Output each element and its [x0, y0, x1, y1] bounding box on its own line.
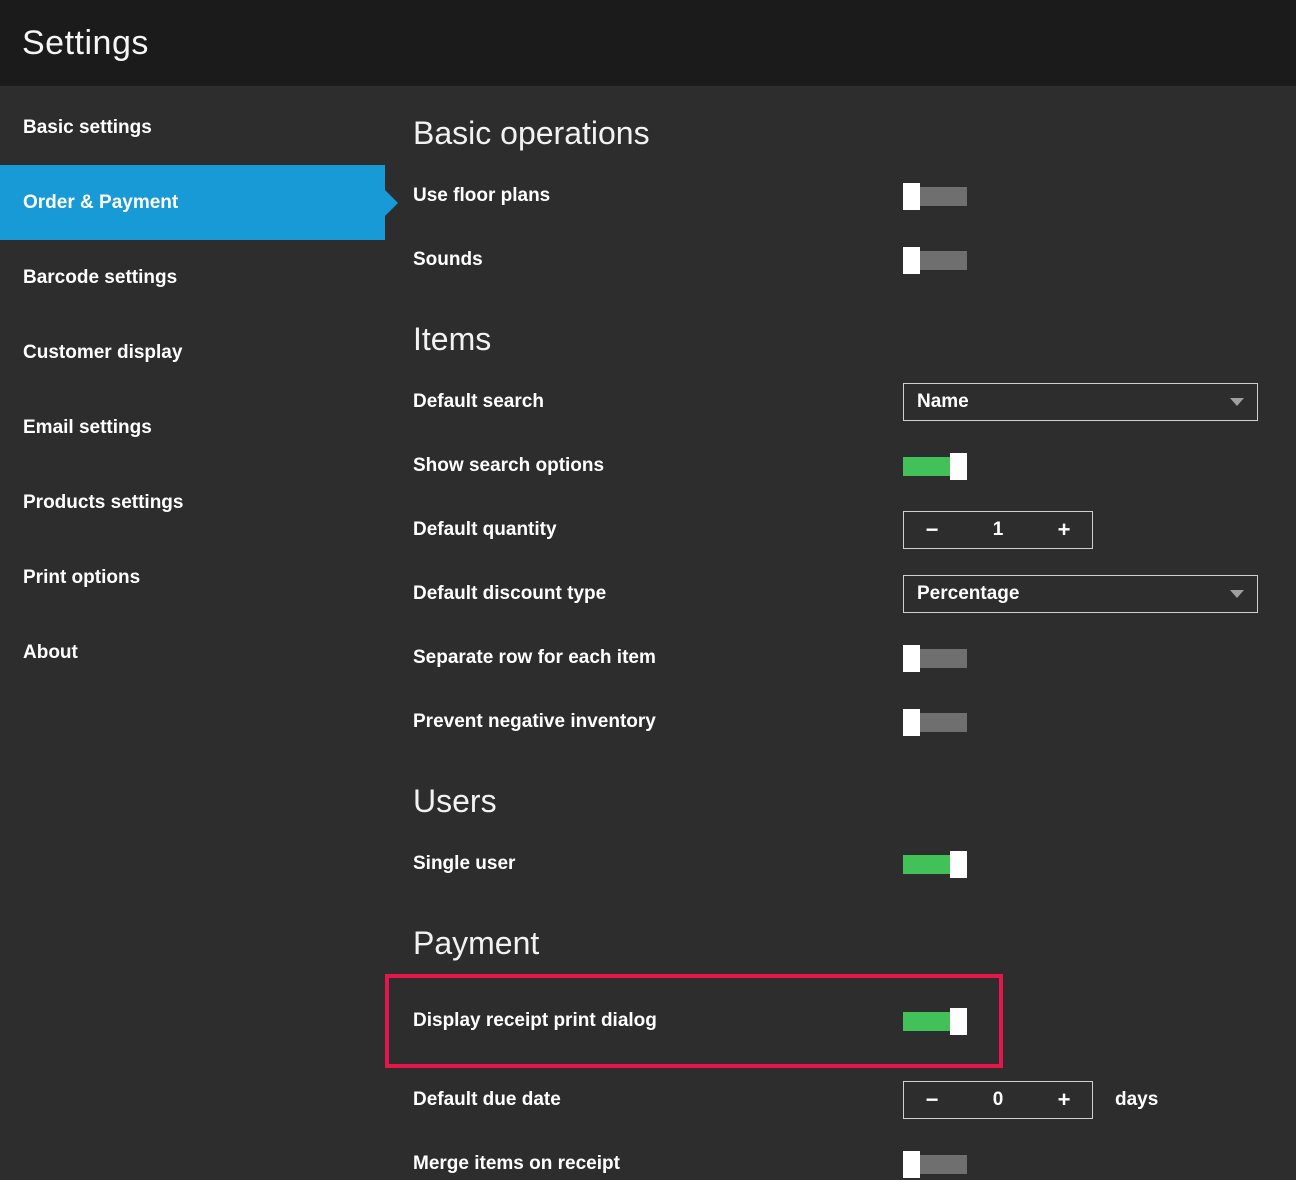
highlight-annotation-box: Display receipt print dialog: [385, 974, 1003, 1068]
stepper-value: 0: [960, 1089, 1036, 1111]
toggle-track: [920, 251, 967, 270]
default-search-dropdown[interactable]: Name: [903, 383, 1258, 421]
setting-label: Use floor plans: [413, 185, 903, 207]
setting-label: Merge items on receipt: [413, 1153, 903, 1175]
plus-button[interactable]: +: [1036, 519, 1092, 541]
toggle-track: [903, 1012, 950, 1031]
toggle-track: [920, 187, 967, 206]
toggle-thumb: [903, 183, 920, 210]
default-quantity-stepper: − 1 +: [903, 511, 1093, 549]
settings-row: Default search Name: [413, 370, 1296, 434]
chevron-down-icon: [1230, 590, 1244, 598]
toggle-sounds[interactable]: [903, 247, 967, 274]
settings-row: Single user: [413, 832, 1296, 896]
toggle-thumb: [903, 1151, 920, 1178]
section-title-payment: Payment: [413, 924, 1296, 962]
sidebar-item-label: Barcode settings: [23, 267, 177, 289]
sidebar-item-label: Order & Payment: [23, 192, 178, 214]
setting-label: Default quantity: [413, 519, 903, 541]
settings-panel: Basic operations Use floor plans Sounds …: [385, 86, 1296, 1180]
sidebar-item-label: Products settings: [23, 492, 183, 514]
sidebar-item-label: Customer display: [23, 342, 182, 364]
plus-button[interactable]: +: [1036, 1089, 1092, 1111]
setting-label: Default search: [413, 391, 903, 413]
settings-header: Settings: [0, 0, 1296, 86]
content: Basic settings Order & Payment Barcode s…: [0, 86, 1296, 1180]
toggle-single-user[interactable]: [903, 851, 967, 878]
toggle-prevent-negative-inventory[interactable]: [903, 709, 967, 736]
days-suffix-label: days: [1115, 1089, 1158, 1111]
settings-row: Sounds: [413, 228, 1296, 292]
sidebar-item-barcode-settings[interactable]: Barcode settings: [0, 240, 385, 315]
settings-row: Use floor plans: [413, 164, 1296, 228]
toggle-thumb: [950, 453, 967, 480]
sidebar-item-customer-display[interactable]: Customer display: [0, 315, 385, 390]
dropdown-selected-value: Percentage: [917, 583, 1019, 605]
sidebar-item-products-settings[interactable]: Products settings: [0, 465, 385, 540]
toggle-display-receipt-print-dialog[interactable]: [903, 1008, 967, 1035]
stepper-value: 1: [960, 519, 1036, 541]
setting-label: Default due date: [413, 1089, 903, 1111]
toggle-thumb: [903, 709, 920, 736]
minus-button[interactable]: −: [904, 519, 960, 541]
section-title-items: Items: [413, 320, 1296, 358]
sidebar-item-email-settings[interactable]: Email settings: [0, 390, 385, 465]
default-discount-type-dropdown[interactable]: Percentage: [903, 575, 1258, 613]
sidebar-item-basic-settings[interactable]: Basic settings: [0, 90, 385, 165]
settings-row: Prevent negative inventory: [413, 690, 1296, 754]
section-title-basic-operations: Basic operations: [413, 114, 1296, 152]
section-title-users: Users: [413, 782, 1296, 820]
settings-row: Default due date − 0 + days: [413, 1068, 1296, 1132]
default-due-date-stepper: − 0 +: [903, 1081, 1093, 1119]
toggle-track: [903, 457, 950, 476]
setting-label: Default discount type: [413, 583, 903, 605]
toggle-thumb: [903, 247, 920, 274]
dropdown-selected-value: Name: [917, 391, 969, 413]
setting-label: Sounds: [413, 249, 903, 271]
settings-row: Default quantity − 1 +: [413, 498, 1296, 562]
setting-label: Separate row for each item: [413, 647, 903, 669]
toggle-track: [920, 1155, 967, 1174]
sidebar-item-label: Email settings: [23, 417, 152, 439]
minus-button[interactable]: −: [904, 1089, 960, 1111]
setting-label: Show search options: [413, 455, 903, 477]
sidebar: Basic settings Order & Payment Barcode s…: [0, 86, 385, 1180]
sidebar-item-label: Print options: [23, 567, 140, 589]
toggle-merge-items-on-receipt[interactable]: [903, 1151, 967, 1178]
settings-row: Separate row for each item: [413, 626, 1296, 690]
setting-label: Display receipt print dialog: [413, 1010, 903, 1032]
settings-row: Show search options: [413, 434, 1296, 498]
settings-row: Display receipt print dialog: [413, 989, 999, 1053]
settings-row: Merge items on receipt: [413, 1132, 1296, 1180]
toggle-thumb: [950, 1008, 967, 1035]
sidebar-item-about[interactable]: About: [0, 615, 385, 690]
toggle-track: [903, 855, 950, 874]
toggle-track: [920, 713, 967, 732]
toggle-track: [920, 649, 967, 668]
toggle-use-floor-plans[interactable]: [903, 183, 967, 210]
toggle-thumb: [903, 645, 920, 672]
toggle-thumb: [950, 851, 967, 878]
sidebar-item-order-payment[interactable]: Order & Payment: [0, 165, 385, 240]
settings-row: Default discount type Percentage: [413, 562, 1296, 626]
toggle-show-search-options[interactable]: [903, 453, 967, 480]
chevron-down-icon: [1230, 398, 1244, 406]
sidebar-item-print-options[interactable]: Print options: [0, 540, 385, 615]
page-title: Settings: [22, 24, 149, 63]
toggle-separate-row-for-each-item[interactable]: [903, 645, 967, 672]
setting-label: Prevent negative inventory: [413, 711, 903, 733]
sidebar-item-label: Basic settings: [23, 117, 152, 139]
setting-label: Single user: [413, 853, 903, 875]
sidebar-item-label: About: [23, 642, 78, 664]
